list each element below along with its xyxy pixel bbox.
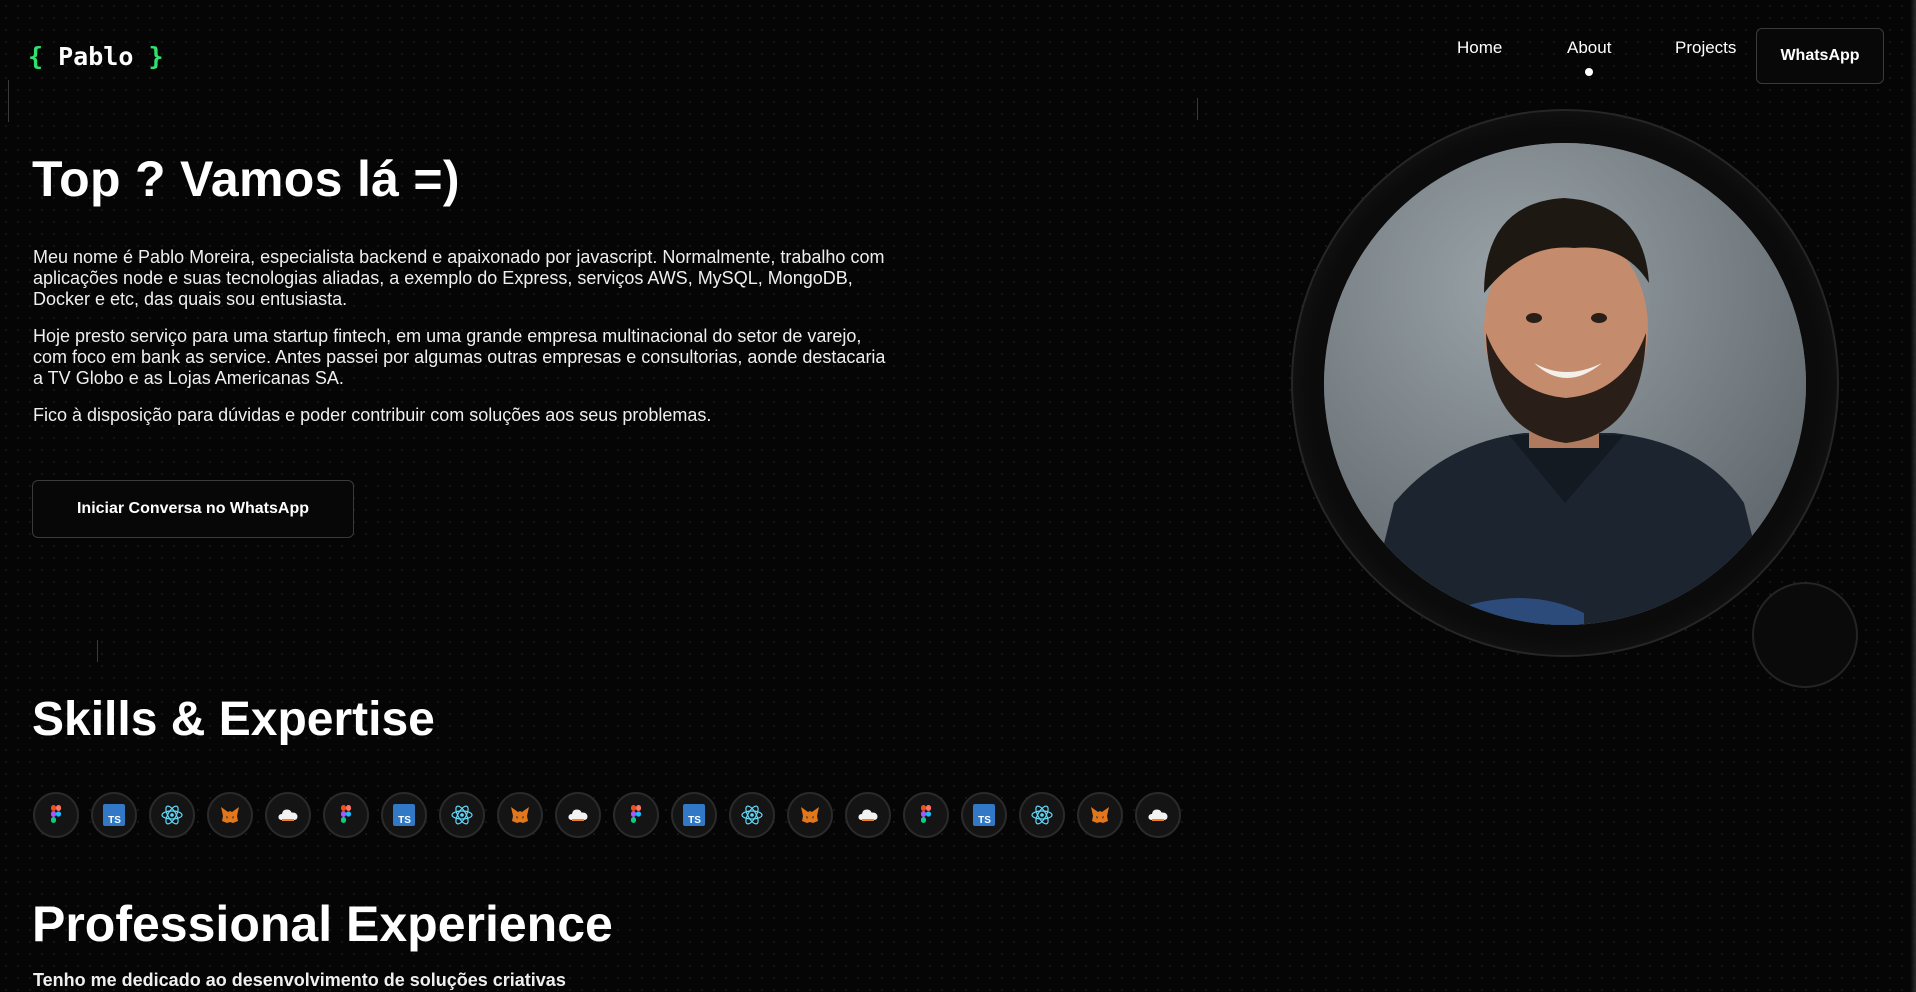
react-icon bbox=[439, 792, 485, 838]
start-whatsapp-chat-button[interactable]: Iniciar Conversa no WhatsApp bbox=[32, 480, 354, 538]
metamask-icon bbox=[207, 792, 253, 838]
ts-label: TS bbox=[108, 815, 121, 826]
logo[interactable]: { Pablo } bbox=[28, 42, 164, 71]
metamask-icon bbox=[497, 792, 543, 838]
hero-title: Top ? Vamos lá =) bbox=[32, 151, 460, 207]
nav-home-label: Home bbox=[1457, 38, 1503, 57]
nav-projects-label: Projects bbox=[1675, 38, 1737, 57]
typescript-icon: TS bbox=[381, 792, 427, 838]
typescript-icon: TS bbox=[671, 792, 717, 838]
logo-name: Pablo bbox=[58, 42, 134, 71]
experience-title: Professional Experience bbox=[32, 896, 613, 952]
page-edge bbox=[1910, 0, 1916, 992]
typescript-icon: TS bbox=[961, 792, 1007, 838]
nav-projects[interactable]: Projects bbox=[1675, 38, 1736, 58]
skills-icon-row: TS TS TS TS bbox=[33, 792, 1181, 838]
typescript-icon: TS bbox=[91, 792, 137, 838]
figma-icon bbox=[613, 792, 659, 838]
bio-text: Meu nome é Pablo Moreira, especialista b… bbox=[33, 247, 893, 442]
bio-paragraph: Hoje presto serviço para uma startup fin… bbox=[33, 326, 886, 388]
logo-brace-close: } bbox=[148, 42, 164, 71]
logo-brace-open: { bbox=[28, 42, 44, 71]
profile-photo-illustration bbox=[1324, 143, 1806, 625]
profile-photo bbox=[1324, 143, 1806, 625]
ts-label: TS bbox=[398, 815, 411, 826]
nav-about-label: About bbox=[1567, 38, 1612, 57]
whatsapp-button[interactable]: WhatsApp bbox=[1756, 28, 1884, 84]
active-indicator-dot bbox=[1585, 68, 1594, 76]
react-icon bbox=[149, 792, 195, 838]
metamask-icon bbox=[1077, 792, 1123, 838]
decor-line bbox=[1197, 98, 1198, 120]
decor-circle bbox=[1752, 582, 1858, 688]
react-icon bbox=[1019, 792, 1065, 838]
decor-line bbox=[8, 80, 9, 122]
bio-paragraph: Fico à disposição para dúvidas e poder c… bbox=[33, 405, 712, 425]
bio-paragraph: Meu nome é Pablo Moreira, especialista b… bbox=[33, 247, 885, 309]
nav-home[interactable]: Home bbox=[1457, 38, 1502, 58]
nav-about[interactable]: About bbox=[1567, 38, 1612, 76]
metamask-icon bbox=[787, 792, 833, 838]
ts-label: TS bbox=[978, 815, 991, 826]
figma-icon bbox=[33, 792, 79, 838]
ts-label: TS bbox=[688, 815, 701, 826]
figma-icon bbox=[903, 792, 949, 838]
cloud-icon bbox=[555, 792, 601, 838]
cloud-icon bbox=[265, 792, 311, 838]
react-icon bbox=[729, 792, 775, 838]
decor-line bbox=[97, 640, 98, 662]
skills-title: Skills & Expertise bbox=[32, 693, 435, 746]
cloud-icon bbox=[845, 792, 891, 838]
cloud-icon bbox=[1135, 792, 1181, 838]
experience-subtitle: Tenho me dedicado ao desenvolvimento de … bbox=[33, 970, 566, 990]
figma-icon bbox=[323, 792, 369, 838]
